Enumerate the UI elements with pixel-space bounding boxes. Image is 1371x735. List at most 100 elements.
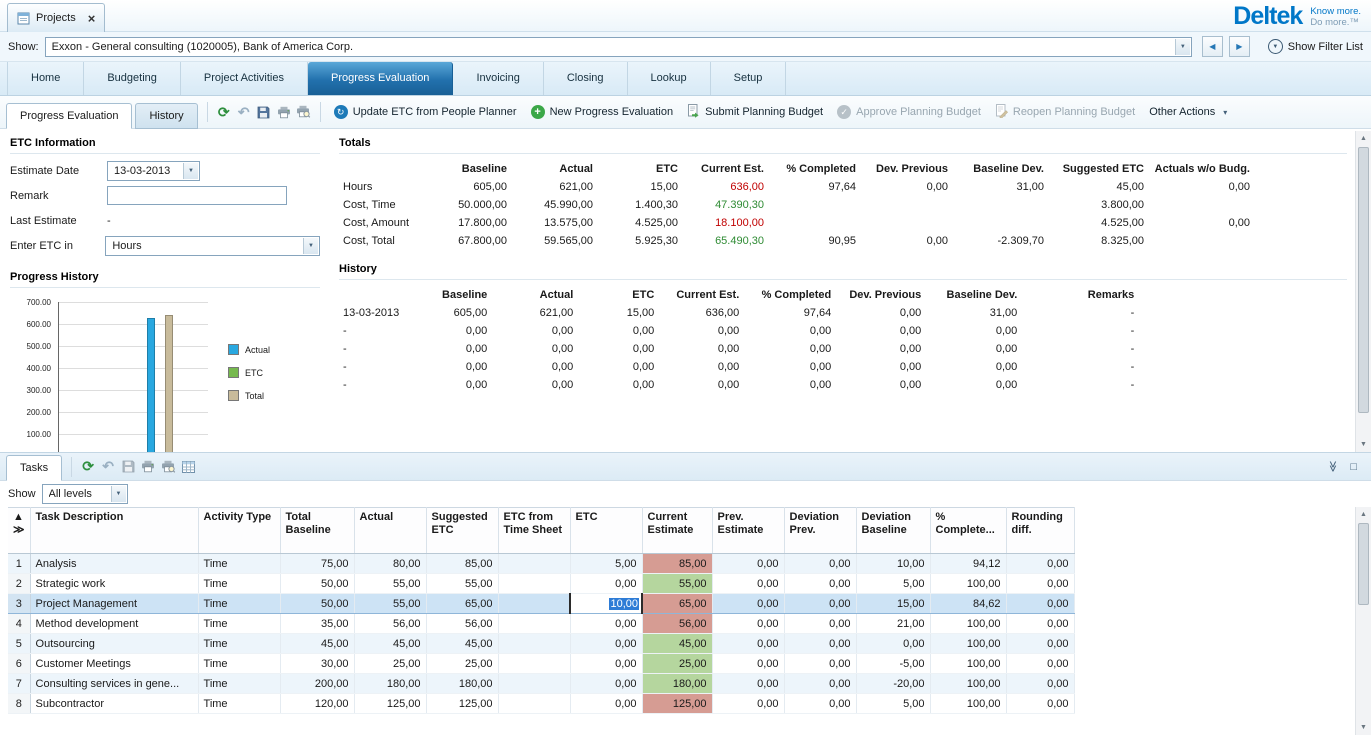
cell-percent-complete[interactable]: 84,62	[930, 594, 1006, 614]
approve-planning-budget-button[interactable]: ✓ Approve Planning Budget	[830, 105, 988, 119]
cell-actual[interactable]: 56,00	[354, 614, 426, 634]
cell-rounding-diff[interactable]: 0,00	[1006, 674, 1074, 694]
column-header-deviation-baseline[interactable]: Deviation Baseline	[856, 508, 930, 554]
maximize-panel-icon[interactable]: □	[1350, 461, 1357, 473]
cell-etc-from-time-sheet[interactable]	[498, 674, 570, 694]
scrollbar-thumb[interactable]	[1358, 523, 1369, 605]
reopen-planning-budget-button[interactable]: Reopen Planning Budget	[988, 104, 1142, 121]
cell-total-baseline[interactable]: 35,00	[280, 614, 354, 634]
cell-row-number[interactable]: 1	[8, 554, 30, 574]
refresh-icon[interactable]: ⟳	[214, 101, 234, 123]
cell-row-number[interactable]: 3	[8, 594, 30, 614]
cell-etc[interactable]: 0,00	[570, 574, 642, 594]
cell-suggested-etc[interactable]: 180,00	[426, 674, 498, 694]
project-selector[interactable]: Exxon - General consulting (1020005), Ba…	[45, 37, 1192, 57]
scroll-up-icon[interactable]: ▲	[1356, 131, 1371, 146]
cell-rounding-diff[interactable]: 0,00	[1006, 574, 1074, 594]
column-header-activity-type[interactable]: Activity Type	[198, 508, 280, 554]
undo-icon[interactable]: ↶	[98, 456, 118, 478]
cell-activity-type[interactable]: Time	[198, 594, 280, 614]
scroll-down-icon[interactable]: ▼	[1356, 437, 1371, 452]
dropdown-arrow-icon[interactable]: ▼	[303, 238, 318, 254]
cell-actual[interactable]: 55,00	[354, 594, 426, 614]
cell-etc-from-time-sheet[interactable]	[498, 614, 570, 634]
cell-activity-type[interactable]: Time	[198, 574, 280, 594]
cell-suggested-etc[interactable]: 125,00	[426, 694, 498, 714]
cell-deviation-prev[interactable]: 0,00	[784, 554, 856, 574]
table-view-icon[interactable]	[178, 456, 198, 478]
task-row[interactable]: 5OutsourcingTime45,0045,0045,000,0045,00…	[8, 634, 1074, 654]
cell-actual[interactable]: 55,00	[354, 574, 426, 594]
refresh-icon[interactable]: ⟳	[78, 456, 98, 478]
cell-task-description[interactable]: Subcontractor	[30, 694, 198, 714]
cell-actual[interactable]: 45,00	[354, 634, 426, 654]
cell-deviation-prev[interactable]: 0,00	[784, 574, 856, 594]
cell-rounding-diff[interactable]: 0,00	[1006, 634, 1074, 654]
cell-etc[interactable]: 0,00	[570, 654, 642, 674]
cell-prev-estimate[interactable]: 0,00	[712, 574, 784, 594]
cell-row-number[interactable]: 5	[8, 634, 30, 654]
cell-prev-estimate[interactable]: 0,00	[712, 674, 784, 694]
cell-actual[interactable]: 125,00	[354, 694, 426, 714]
column-header-rounding-diff[interactable]: Rounding diff.	[1006, 508, 1074, 554]
task-row[interactable]: 1AnalysisTime75,0080,0085,005,0085,000,0…	[8, 554, 1074, 574]
cell-current-estimate[interactable]: 55,00	[642, 574, 712, 594]
cell-actual[interactable]: 80,00	[354, 554, 426, 574]
tab-tasks[interactable]: Tasks	[6, 455, 62, 481]
cell-percent-complete[interactable]: 100,00	[930, 654, 1006, 674]
cell-deviation-prev[interactable]: 0,00	[784, 594, 856, 614]
cell-prev-estimate[interactable]: 0,00	[712, 554, 784, 574]
etc-edit-cell[interactable]: 10,00	[570, 594, 642, 614]
cell-deviation-prev[interactable]: 0,00	[784, 634, 856, 654]
cell-etc-from-time-sheet[interactable]	[498, 654, 570, 674]
undo-icon[interactable]: ↶	[234, 101, 254, 123]
cell-actual[interactable]: 25,00	[354, 654, 426, 674]
cell-prev-estimate[interactable]: 0,00	[712, 654, 784, 674]
submit-planning-budget-button[interactable]: Submit Planning Budget	[680, 104, 830, 121]
cell-deviation-baseline[interactable]: 0,00	[856, 634, 930, 654]
cell-prev-estimate[interactable]: 0,00	[712, 594, 784, 614]
column-header-actual[interactable]: Actual	[354, 508, 426, 554]
task-row[interactable]: 6Customer MeetingsTime30,0025,0025,000,0…	[8, 654, 1074, 674]
cell-percent-complete[interactable]: 100,00	[930, 674, 1006, 694]
save-icon[interactable]	[118, 456, 138, 478]
column-header-etc[interactable]: ETC	[570, 508, 642, 554]
cell-rounding-diff[interactable]: 0,00	[1006, 554, 1074, 574]
task-row[interactable]: 2Strategic workTime50,0055,0055,000,0055…	[8, 574, 1074, 594]
cell-deviation-baseline[interactable]: -20,00	[856, 674, 930, 694]
cell-deviation-prev[interactable]: 0,00	[784, 674, 856, 694]
cell-prev-estimate[interactable]: 0,00	[712, 694, 784, 714]
cell-total-baseline[interactable]: 120,00	[280, 694, 354, 714]
cell-percent-complete[interactable]: 100,00	[930, 614, 1006, 634]
tab-home[interactable]: Home	[7, 62, 84, 95]
print-preview-icon[interactable]	[294, 101, 314, 123]
cell-row-number[interactable]: 8	[8, 694, 30, 714]
dropdown-arrow-icon[interactable]: ▼	[111, 486, 126, 502]
tab-history-pane[interactable]: History	[135, 103, 197, 129]
dropdown-arrow-icon[interactable]: ▼	[183, 163, 198, 179]
cell-current-estimate[interactable]: 125,00	[642, 694, 712, 714]
cell-task-description[interactable]: Analysis	[30, 554, 198, 574]
cell-current-estimate[interactable]: 85,00	[642, 554, 712, 574]
cell-suggested-etc[interactable]: 85,00	[426, 554, 498, 574]
remark-input[interactable]	[107, 186, 287, 205]
cell-activity-type[interactable]: Time	[198, 554, 280, 574]
tab-invoicing[interactable]: Invoicing	[453, 62, 543, 95]
cell-etc-from-time-sheet[interactable]	[498, 574, 570, 594]
collapse-panel-icon[interactable]: ≫	[1326, 461, 1339, 473]
cell-total-baseline[interactable]: 75,00	[280, 554, 354, 574]
tab-progress-evaluation[interactable]: Progress Evaluation	[308, 62, 453, 95]
cell-task-description[interactable]: Outsourcing	[30, 634, 198, 654]
column-header-deviation-prev[interactable]: Deviation Prev.	[784, 508, 856, 554]
tab-closing[interactable]: Closing	[544, 62, 628, 95]
cell-etc-from-time-sheet[interactable]	[498, 694, 570, 714]
cell-activity-type[interactable]: Time	[198, 634, 280, 654]
tab-project-activities[interactable]: Project Activities	[181, 62, 308, 95]
cell-prev-estimate[interactable]: 0,00	[712, 634, 784, 654]
enter-etc-in-select[interactable]: Hours ▼	[105, 236, 320, 256]
cell-suggested-etc[interactable]: 65,00	[426, 594, 498, 614]
column-header-prev-estimate[interactable]: Prev. Estimate	[712, 508, 784, 554]
tab-progress-evaluation-pane[interactable]: Progress Evaluation	[6, 103, 132, 129]
task-row[interactable]: 4Method developmentTime35,0056,0056,000,…	[8, 614, 1074, 634]
cell-current-estimate[interactable]: 65,00	[642, 594, 712, 614]
